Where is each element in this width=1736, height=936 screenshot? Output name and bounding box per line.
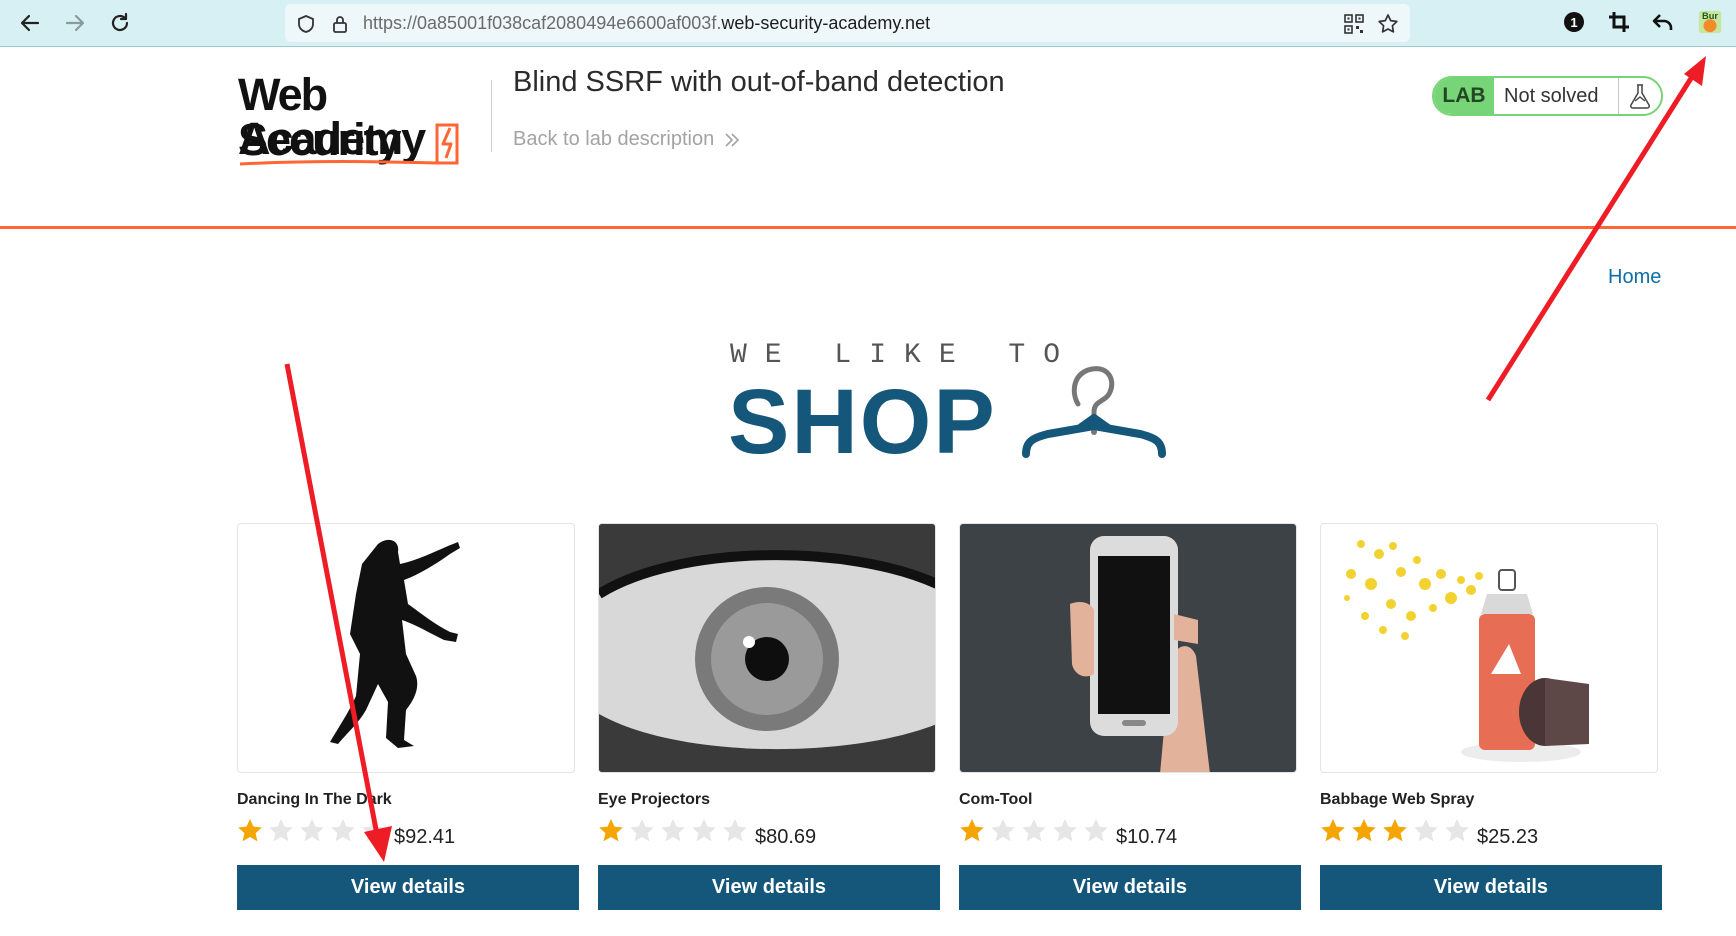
double-chevron-right-icon — [725, 132, 740, 147]
reload-icon[interactable] — [104, 8, 136, 38]
url-prefix: https://0a85001f038caf2080494e6600af003f… — [363, 13, 722, 33]
product-image-spray[interactable] — [1320, 523, 1658, 773]
star-empty-icon — [661, 819, 685, 842]
product-price: $25.23 — [1477, 826, 1539, 848]
star-empty-icon — [723, 819, 747, 842]
lab-status-widget[interactable]: LAB Not solved — [1432, 76, 1663, 116]
academy-logo[interactable]: Web Security Academy — [238, 72, 488, 167]
qr-code-icon[interactable] — [1343, 13, 1365, 35]
star-filled-icon — [599, 819, 623, 842]
star-empty-icon — [300, 819, 324, 842]
star-filled-icon — [1321, 819, 1345, 842]
home-link[interactable]: Home — [1608, 266, 1661, 289]
star-empty-icon — [1445, 819, 1469, 842]
star-filled-icon — [1383, 819, 1407, 842]
rating-stars — [1320, 818, 1470, 844]
back-arrow-icon[interactable] — [14, 8, 46, 38]
star-empty-icon — [362, 819, 386, 842]
burp-icon[interactable]: Bur — [1697, 9, 1723, 35]
product-name: Com-Tool — [959, 791, 1033, 808]
star-empty-icon — [1084, 819, 1108, 842]
header-divider — [491, 80, 492, 152]
star-empty-icon — [991, 819, 1015, 842]
product-image-eye[interactable] — [598, 523, 936, 773]
star-empty-icon — [630, 819, 654, 842]
arrowhead-icon — [1684, 56, 1706, 86]
star-filled-icon — [960, 819, 984, 842]
crop-icon[interactable] — [1606, 9, 1632, 35]
product-price: $10.74 — [1116, 826, 1178, 848]
shield-icon[interactable] — [295, 13, 317, 35]
notification-badge-icon[interactable]: 1 — [1561, 9, 1587, 35]
star-empty-icon — [692, 819, 716, 842]
star-empty-icon — [1414, 819, 1438, 842]
product-name: Eye Projectors — [598, 791, 711, 808]
logo-underline — [239, 160, 437, 166]
product-card: Babbage Web Spray $25.23 View details — [1320, 523, 1662, 910]
product-card: Eye Projectors $80.69 View details — [598, 523, 940, 910]
product-name: Dancing In The Dark — [237, 791, 392, 808]
product-image-dancing[interactable] — [237, 523, 575, 773]
url-domain: web-security-academy.net — [721, 13, 931, 33]
product-name: Babbage Web Spray — [1320, 791, 1475, 808]
address-bar[interactable]: https://0a85001f038caf2080494e6600af003f… — [285, 4, 1410, 42]
rating-stars — [598, 818, 748, 844]
product-card: Dancing In The Dark $92.41 View details — [237, 523, 579, 910]
product-card: Com-Tool $10.74 View details — [959, 523, 1301, 910]
back-link-label: Back to lab description — [513, 128, 715, 150]
burp-label: Bur — [1702, 11, 1718, 21]
rating-stars — [959, 818, 1109, 844]
star-empty-icon — [331, 819, 355, 842]
url-text[interactable]: https://0a85001f038caf2080494e6600af003f… — [363, 13, 930, 34]
undo-icon[interactable] — [1650, 9, 1676, 35]
star-empty-icon — [269, 819, 293, 842]
view-details-button[interactable]: View details — [598, 865, 940, 910]
bookmark-star-icon[interactable] — [1377, 13, 1399, 35]
product-price: $80.69 — [755, 826, 817, 848]
badge-count: 1 — [1570, 15, 1577, 30]
lab-status-text: Not solved — [1494, 78, 1619, 114]
logo-bolt-icon — [435, 123, 459, 165]
view-details-button[interactable]: View details — [1320, 865, 1662, 910]
annotation-arrow-burp — [1485, 70, 1698, 402]
view-details-button[interactable]: View details — [959, 865, 1301, 910]
hanger-icon — [1022, 366, 1166, 458]
star-filled-icon — [238, 819, 262, 842]
star-empty-icon — [1053, 819, 1077, 842]
header-separator — [0, 226, 1736, 229]
browser-toolbar: https://0a85001f038caf2080494e6600af003f… — [0, 0, 1736, 47]
lab-badge: LAB — [1434, 78, 1494, 114]
lock-icon[interactable] — [329, 13, 351, 35]
view-details-button[interactable]: View details — [237, 865, 579, 910]
product-image-phone[interactable] — [959, 523, 1297, 773]
lab-title: Blind SSRF with out-of-band detection — [513, 66, 1005, 98]
hero-title: SHOP — [728, 371, 997, 473]
logo-line2: Academy — [238, 113, 426, 164]
flask-icon — [1619, 78, 1661, 114]
product-price: $92.41 — [394, 826, 456, 848]
star-empty-icon — [1022, 819, 1046, 842]
back-to-lab-link[interactable]: Back to lab description — [513, 128, 740, 151]
star-filled-icon — [1352, 819, 1376, 842]
forward-arrow-icon[interactable] — [59, 8, 91, 38]
rating-stars — [237, 818, 387, 844]
